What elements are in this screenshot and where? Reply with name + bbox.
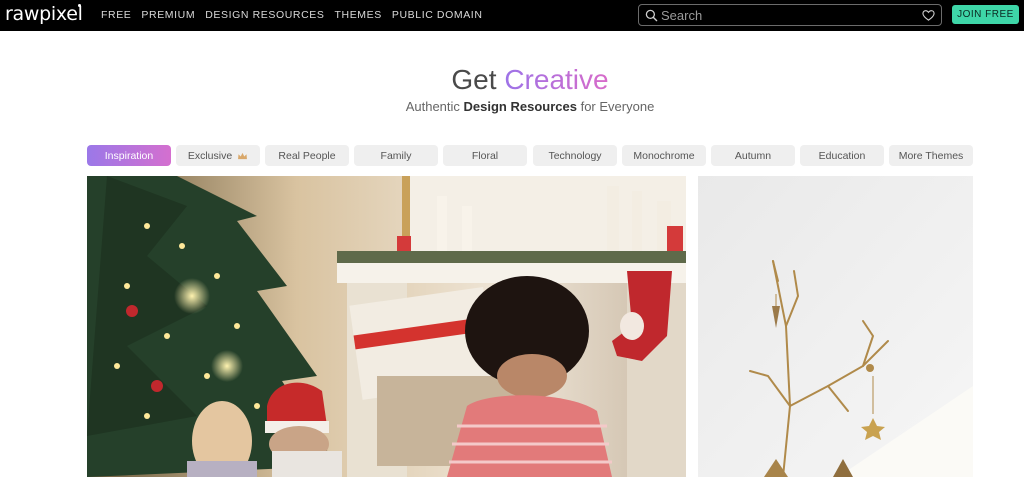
top-navbar: rawpixel FREE PREMIUM DESIGN RESOURCES T… <box>0 0 1024 31</box>
subtitle-post: for Everyone <box>580 99 655 114</box>
christmas-photo[interactable] <box>87 176 686 477</box>
tab-exclusive[interactable]: Exclusive <box>176 145 260 166</box>
tab-education[interactable]: Education <box>800 145 884 166</box>
tab-label: Monochrome <box>633 149 695 162</box>
subtitle-pre: Authentic <box>405 99 460 114</box>
tab-technology[interactable]: Technology <box>533 145 617 166</box>
search-icon <box>645 9 658 22</box>
tab-inspiration[interactable]: Inspiration <box>87 145 171 166</box>
tab-label: Education <box>818 149 866 162</box>
tab-real-people[interactable]: Real People <box>265 145 349 166</box>
rawpixel-logo[interactable]: rawpixel <box>5 3 83 25</box>
tab-more-themes[interactable]: More Themes <box>889 145 973 166</box>
nav-design-resources[interactable]: DESIGN RESOURCES <box>205 9 324 21</box>
tab-family[interactable]: Family <box>354 145 438 166</box>
page-subtitle: Authentic Design Resources for Everyone <box>0 99 1024 114</box>
search-box <box>638 4 942 26</box>
join-free-button[interactable]: JOIN FREE <box>952 5 1019 24</box>
title-plain: Get <box>451 64 497 95</box>
nav-public-domain[interactable]: PUBLIC DOMAIN <box>392 9 483 21</box>
nav-themes[interactable]: THEMES <box>335 9 382 21</box>
branch-photo-art <box>698 176 973 477</box>
logo-dot <box>78 4 81 7</box>
branch-ornament-photo[interactable] <box>698 176 973 477</box>
tab-label: Floral <box>471 149 499 162</box>
tab-label: Exclusive <box>187 149 233 162</box>
tab-monochrome[interactable]: Monochrome <box>622 145 706 166</box>
tab-label: Family <box>380 149 412 162</box>
tab-label: Real People <box>278 149 336 162</box>
tab-label: Technology <box>548 149 602 162</box>
tab-label: More Themes <box>898 149 964 162</box>
nav-free[interactable]: FREE <box>101 9 131 21</box>
christmas-photo-art <box>87 176 686 477</box>
page-title: Get Creative <box>0 64 1024 96</box>
title-accent: Creative <box>504 64 609 95</box>
heart-icon[interactable] <box>922 9 935 22</box>
search-input[interactable] <box>661 7 921 23</box>
subtitle-bold: Design Resources <box>463 99 577 114</box>
tab-floral[interactable]: Floral <box>443 145 527 166</box>
category-tabs: Inspiration Exclusive Real People Family… <box>87 145 973 166</box>
nav-premium[interactable]: PREMIUM <box>141 9 195 21</box>
tab-label: Autumn <box>734 149 772 162</box>
primary-nav: FREE PREMIUM DESIGN RESOURCES THEMES PUB… <box>101 9 493 21</box>
tab-label: Inspiration <box>104 149 154 162</box>
crown-icon <box>238 152 248 159</box>
tab-autumn[interactable]: Autumn <box>711 145 795 166</box>
